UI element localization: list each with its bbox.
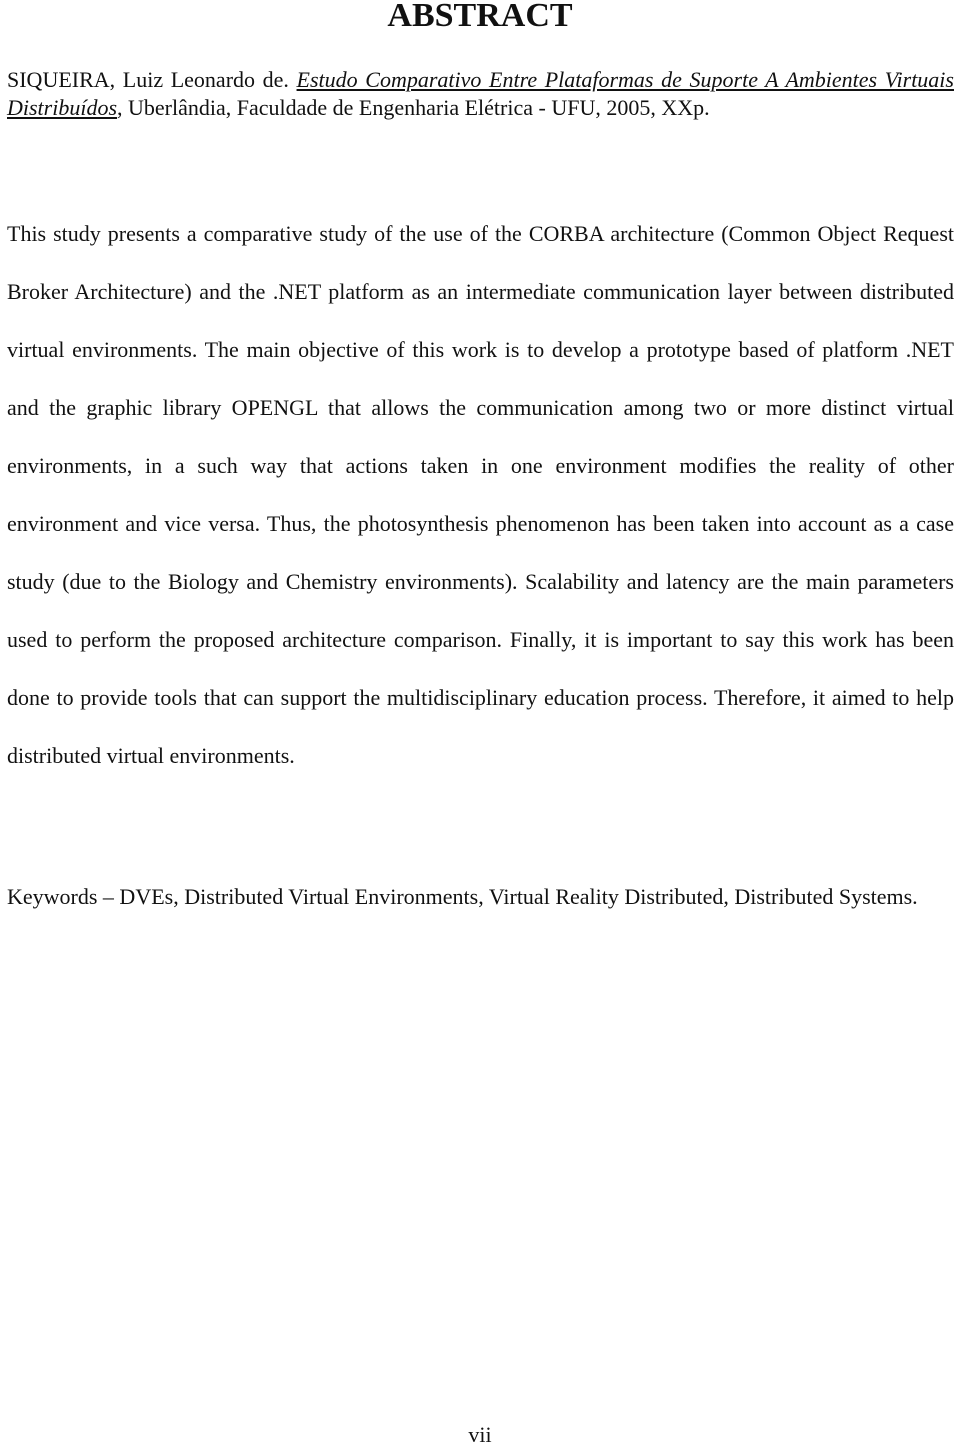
keywords-line: Keywords – DVEs, Distributed Virtual Env…: [7, 884, 918, 909]
abstract-body: This study presents a comparative study …: [7, 221, 954, 768]
document-page: ABSTRACT SIQUEIRA, Luiz Leonardo de. Est…: [0, 0, 960, 1448]
page-number: vii: [468, 1422, 492, 1447]
bibliographic-citation: SIQUEIRA, Luiz Leonardo de. Estudo Compa…: [7, 66, 954, 122]
citation-author: SIQUEIRA, Luiz Leonardo de.: [7, 67, 297, 92]
citation-publication: , Uberlândia, Faculdade de Engenharia El…: [117, 95, 710, 120]
abstract-heading: ABSTRACT: [387, 0, 573, 34]
